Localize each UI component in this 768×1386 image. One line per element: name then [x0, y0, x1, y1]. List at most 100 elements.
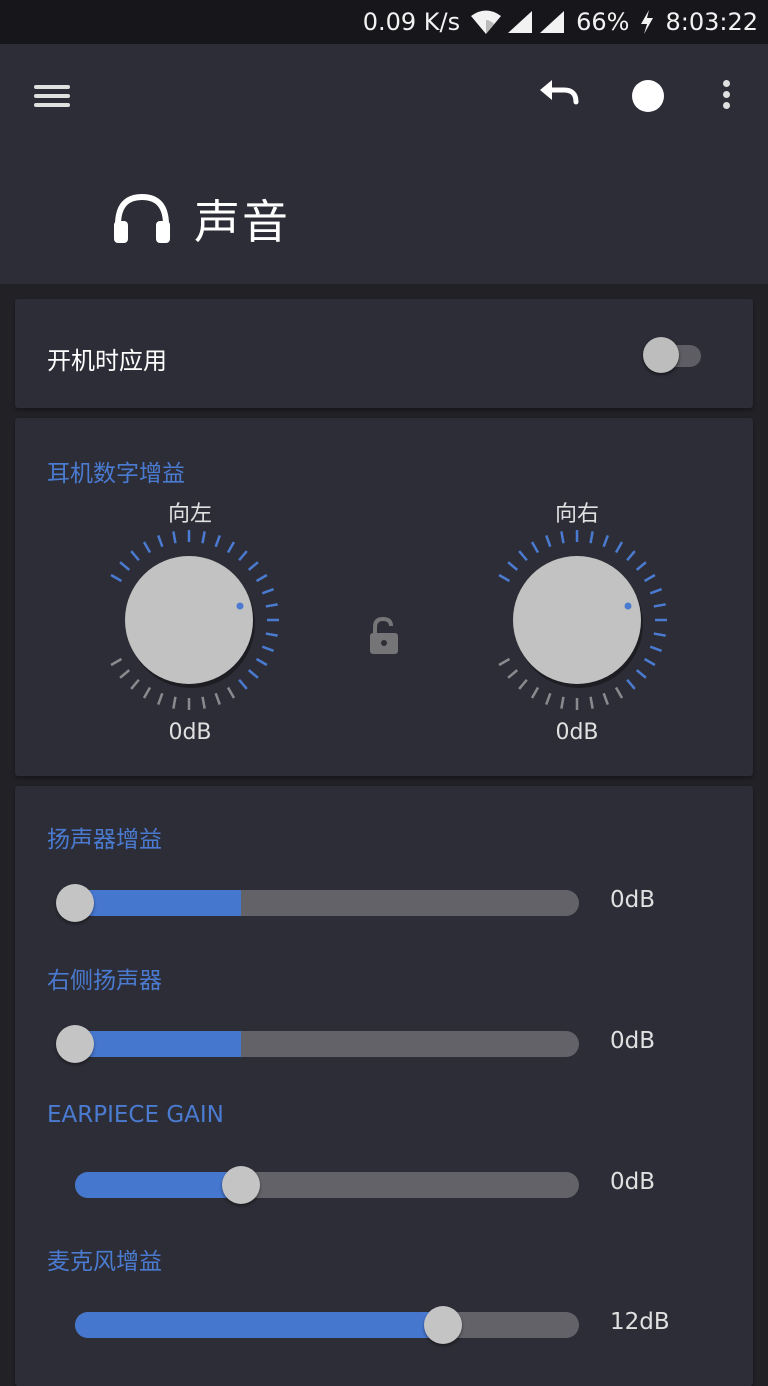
- speaker-gain-value: 0dB: [610, 887, 656, 913]
- slider-thumb[interactable]: [423, 1306, 462, 1344]
- right-speaker-slider[interactable]: [56, 1022, 597, 1066]
- right-speaker-title: 右侧扬声器: [47, 968, 162, 994]
- clock: 8:03:22: [665, 8, 758, 36]
- knob-tick: [261, 588, 274, 595]
- knob-tick: [157, 535, 164, 548]
- knob-tick: [560, 696, 565, 709]
- speaker-gain-title: 扬声器增益: [47, 827, 162, 853]
- knob-tick: [214, 535, 221, 548]
- microphone-gain-slider[interactable]: [57, 1303, 597, 1347]
- knob-tick: [507, 561, 519, 571]
- page-title: 声音: [194, 195, 290, 249]
- knob-tick: [201, 531, 206, 544]
- slider-thumb[interactable]: [56, 884, 94, 922]
- record-icon[interactable]: [632, 80, 664, 112]
- knob-tick: [247, 561, 259, 571]
- knob-body[interactable]: [513, 556, 641, 684]
- headphone-gain-title: 耳机数字增益: [47, 461, 185, 487]
- knob-tick: [119, 669, 131, 679]
- knob-tick: [247, 669, 259, 679]
- knob-tick: [507, 669, 519, 679]
- signal-icon: [540, 11, 565, 33]
- knob-tick: [545, 535, 552, 548]
- right-gain-value: 0dB: [555, 720, 599, 745]
- slider-thumb[interactable]: [222, 1166, 261, 1204]
- right-speaker-value: 0dB: [610, 1028, 656, 1054]
- charging-icon: [641, 10, 654, 34]
- microphone-gain-title: 麦克风增益: [47, 1249, 162, 1275]
- boot-apply-card: 开机时应用: [15, 299, 753, 408]
- knob-tick: [255, 573, 268, 583]
- knob-tick: [265, 603, 278, 608]
- earpiece-gain-slider[interactable]: [57, 1163, 597, 1207]
- menu-button[interactable]: [30, 80, 74, 116]
- knob-tick: [530, 686, 540, 699]
- slider-thumb[interactable]: [56, 1025, 94, 1063]
- knob-tick: [626, 678, 636, 690]
- knob-tick: [530, 541, 540, 554]
- knob-tick: [119, 561, 131, 571]
- knob-tick: [589, 531, 594, 544]
- boot-apply-label: 开机时应用: [47, 347, 167, 375]
- knob-tick: [172, 531, 177, 544]
- signal-icon: [508, 11, 533, 33]
- knob-tick: [110, 573, 123, 583]
- knob-tick: [157, 692, 164, 705]
- knob-tick: [255, 657, 268, 667]
- knob-tick: [238, 678, 248, 690]
- knob-tick: [649, 588, 662, 595]
- knob-tick: [653, 603, 666, 608]
- knob-indicator: [236, 602, 244, 610]
- status-icons: [470, 9, 566, 35]
- knob-tick: [226, 541, 236, 554]
- network-speed: 0.09 K/s: [362, 8, 461, 36]
- boot-apply-switch[interactable]: [643, 337, 703, 373]
- knob-tick: [643, 657, 656, 667]
- app-bar: 声音: [0, 44, 768, 284]
- gain-sliders-card: 扬声器增益 0dB 右侧扬声器 0dB EARPIECE GAIN 0dB 麦克…: [15, 786, 753, 1386]
- right-gain-knob[interactable]: [477, 520, 677, 720]
- knob-tick: [560, 531, 565, 544]
- knob-tick: [498, 573, 511, 583]
- knob-tick: [498, 657, 511, 667]
- knob-tick: [130, 550, 140, 562]
- speaker-gain-slider[interactable]: [56, 881, 597, 925]
- knob-tick: [643, 573, 656, 583]
- knob-tick: [614, 541, 624, 554]
- left-gain-value: 0dB: [168, 720, 212, 745]
- knob-tick: [226, 686, 236, 699]
- knob-tick: [172, 696, 177, 709]
- headphones-icon: [114, 193, 170, 243]
- knob-tick: [653, 632, 666, 637]
- earpiece-gain-title: EARPIECE GAIN: [47, 1102, 224, 1128]
- knob-tick: [214, 692, 221, 705]
- knob-tick: [626, 550, 636, 562]
- knob-tick: [635, 561, 647, 571]
- knob-tick: [614, 686, 624, 699]
- knob-tick: [589, 696, 594, 709]
- knob-tick: [142, 541, 152, 554]
- knob-tick: [518, 678, 528, 690]
- knob-tick: [142, 686, 152, 699]
- knob-tick: [518, 550, 528, 562]
- undo-icon[interactable]: [536, 76, 582, 116]
- knob-tick: [265, 632, 278, 637]
- microphone-gain-value: 12dB: [610, 1309, 670, 1335]
- knob-tick: [130, 678, 140, 690]
- more-vert-icon[interactable]: [714, 76, 738, 116]
- wifi-icon: [471, 10, 502, 34]
- headphone-gain-card: 耳机数字增益 向左 0dB 向右 0dB: [15, 418, 753, 776]
- knob-tick: [238, 550, 248, 562]
- unlocked-icon[interactable]: [367, 616, 401, 656]
- status-bar: 0.09 K/s 66% 8:03:22: [0, 0, 768, 44]
- knob-tick: [261, 645, 274, 652]
- knob-tick: [110, 657, 123, 667]
- knob-tick: [201, 696, 206, 709]
- knob-tick: [635, 669, 647, 679]
- earpiece-gain-value: 0dB: [610, 1169, 656, 1195]
- knob-tick: [649, 645, 662, 652]
- knob-body[interactable]: [125, 556, 253, 684]
- battery-percent: 66%: [576, 8, 630, 36]
- knob-indicator: [624, 602, 632, 610]
- left-gain-knob[interactable]: [89, 520, 289, 720]
